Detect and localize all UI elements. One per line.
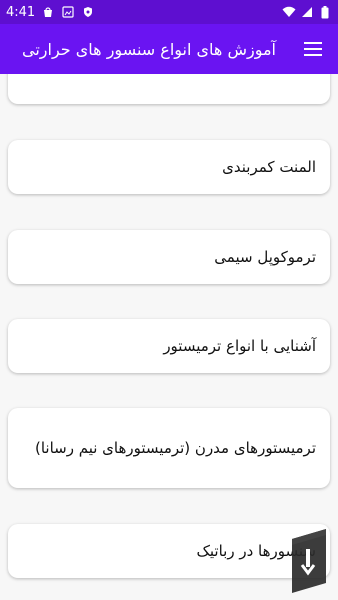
battery-icon <box>318 5 332 19</box>
list-item-label: ترمیستورهای مدرن (ترمیستورهای نیم رسانا) <box>34 439 316 457</box>
shield-icon <box>81 5 95 19</box>
list-item[interactable]: ترمیستورهای مدرن (ترمیستورهای نیم رسانا) <box>8 408 330 488</box>
list-item[interactable]: سنسورها در رباتیک <box>8 524 330 578</box>
status-time: 4:41 <box>6 4 36 20</box>
list-item-label: ترموکوپل سیمی <box>214 248 316 266</box>
list-item-label: المنت کمربندی <box>222 158 316 176</box>
list-item-label: آشنایی با انواع ترمیستور <box>163 337 316 355</box>
app-bar: آموزش های انواع سنسور های حرارتی <box>0 24 338 74</box>
list-item[interactable]: آشنایی با انواع ترمیستور <box>8 319 330 373</box>
status-bar: 4:41 <box>0 0 338 24</box>
bazaar-store-badge-icon[interactable] <box>288 521 330 597</box>
hamburger-menu-icon[interactable] <box>300 36 326 62</box>
wifi-icon <box>282 5 296 19</box>
list-item[interactable]: ترموکوپل سیمی <box>8 230 330 284</box>
app-title: آموزش های انواع سنسور های حرارتی <box>22 39 276 59</box>
list-item[interactable]: المنت کمربندی <box>8 140 330 194</box>
image-icon <box>61 5 75 19</box>
bag-icon <box>41 5 55 19</box>
signal-icon <box>300 5 314 19</box>
list-item[interactable] <box>8 74 330 104</box>
